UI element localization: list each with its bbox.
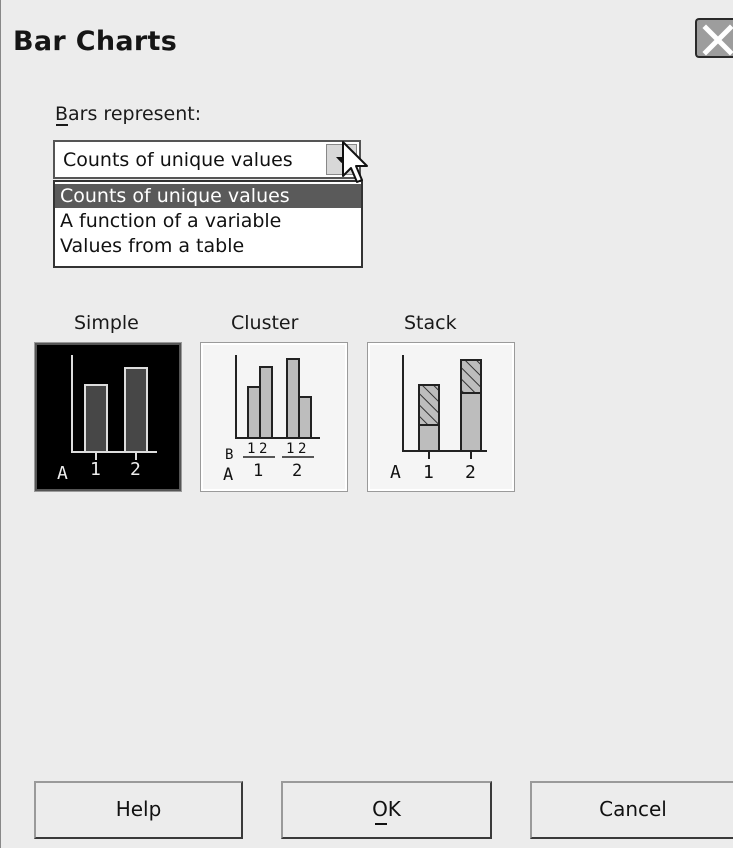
option-counts[interactable]: Counts of unique values — [55, 184, 361, 208]
cluster-inner-tick-3: 1 — [286, 441, 294, 457]
chart-type-label-simple: Simple — [74, 312, 139, 334]
cluster-tick-2: 2 — [292, 461, 302, 481]
cluster-inner-tick-1: 1 — [247, 441, 255, 457]
ok-mnemonic-underline — [375, 823, 387, 825]
cluster-inner-label: B — [225, 447, 233, 463]
bars-represent-select[interactable]: Counts of unique values — [53, 140, 361, 179]
chart-type-stack[interactable]: A 1 2 — [367, 342, 515, 492]
arrow-cursor-icon — [342, 141, 368, 183]
cluster-inner-tick-2: 2 — [259, 441, 267, 457]
bars-represent-label: Bars represent: — [55, 103, 201, 125]
simple-bar-chart-icon: A 1 2 — [57, 355, 157, 484]
chart-type-cluster[interactable]: B 1 2 1 2 A 1 2 — [200, 342, 348, 492]
help-button[interactable]: Help — [34, 781, 243, 839]
cluster-bar-chart-icon: B 1 2 1 2 A 1 2 — [223, 355, 320, 485]
chart-type-label-cluster: Cluster — [231, 312, 299, 334]
stack-tick-2: 2 — [465, 462, 476, 483]
bar-charts-dialog: Bar Charts Bars represent: Counts of uni… — [0, 0, 733, 848]
cancel-button[interactable]: Cancel — [530, 781, 733, 839]
option-table[interactable]: Values from a table — [55, 234, 361, 258]
selected-value: Counts of unique values — [63, 149, 293, 171]
close-button[interactable] — [695, 18, 733, 58]
chart-type-simple[interactable]: A 1 2 — [34, 342, 182, 492]
stack-axis-label: A — [390, 462, 401, 483]
cluster-tick-1: 1 — [253, 461, 263, 481]
title-bar: Bar Charts — [1, 0, 733, 88]
simple-axis-label: A — [57, 463, 68, 484]
chart-type-label-stack: Stack — [404, 312, 457, 334]
bars-represent-options: Counts of unique values A function of a … — [53, 180, 363, 268]
simple-tick-1: 1 — [90, 459, 101, 480]
ok-button[interactable]: OK — [281, 781, 492, 839]
stack-bar-chart-icon: A 1 2 — [390, 355, 487, 483]
simple-tick-2: 2 — [130, 459, 141, 480]
cluster-outer-label: A — [223, 465, 233, 485]
close-icon — [702, 24, 733, 56]
bars-represent-label-text: Bars represent: — [55, 103, 202, 125]
mnemonic-underline — [56, 124, 68, 126]
window-title: Bar Charts — [13, 26, 178, 57]
option-function[interactable]: A function of a variable — [55, 209, 361, 233]
stack-tick-1: 1 — [423, 462, 434, 483]
cluster-inner-tick-4: 2 — [298, 441, 306, 457]
